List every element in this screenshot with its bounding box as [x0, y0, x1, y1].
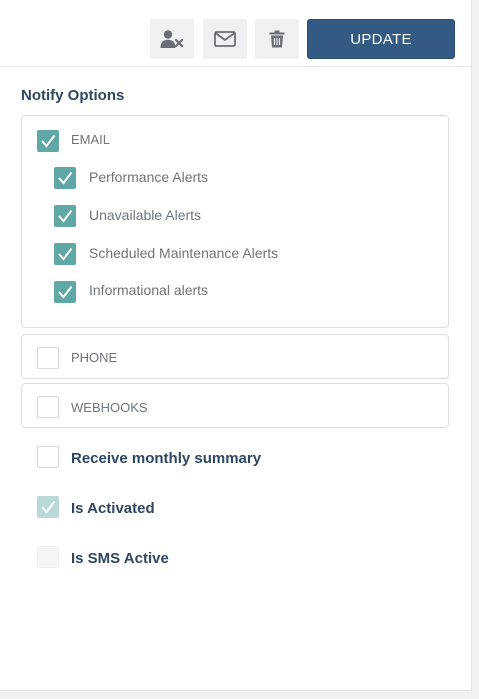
notify-options-title: Notify Options [21, 87, 125, 104]
monthly-summary-label: Receive monthly summary [71, 450, 262, 467]
is-activated-checkbox [37, 496, 59, 518]
remove-user-icon [160, 30, 184, 48]
check-icon [41, 134, 56, 148]
webhooks-label: WEBHOOKS [71, 400, 148, 415]
email-options-box: EMAIL Performance Alerts Unavailable Ale… [21, 115, 449, 328]
envelope-icon [214, 31, 236, 47]
informational-alerts-checkbox[interactable] [54, 281, 76, 303]
trash-icon [269, 30, 285, 48]
email-checkbox[interactable] [37, 130, 59, 152]
phone-options-box: PHONE [21, 334, 449, 379]
check-icon [58, 285, 73, 299]
performance-alerts-label: Performance Alerts [89, 169, 209, 185]
is-sms-active-label: Is SMS Active [71, 550, 169, 567]
update-button[interactable]: UPDATE [307, 19, 455, 59]
remove-user-button[interactable] [150, 19, 194, 59]
scheduled-maintenance-alerts-checkbox[interactable] [54, 243, 76, 265]
webhooks-checkbox[interactable] [37, 396, 59, 418]
unavailable-alerts-label: Unavailable Alerts [89, 207, 202, 223]
webhooks-options-box: WEBHOOKS [21, 383, 449, 428]
scheduled-maintenance-alerts-label: Scheduled Maintenance Alerts [89, 245, 279, 261]
check-icon [41, 500, 56, 514]
check-icon [58, 209, 73, 223]
is-activated-label: Is Activated [71, 500, 155, 517]
delete-button[interactable] [255, 19, 299, 59]
unavailable-alerts-checkbox[interactable] [54, 205, 76, 227]
informational-alerts-label: Informational alerts [89, 282, 209, 298]
toolbar: UPDATE [0, 0, 471, 67]
monthly-summary-checkbox[interactable] [37, 446, 59, 468]
check-icon [58, 247, 73, 261]
notification-settings-panel: UPDATE Notify Options EMAIL Performance … [0, 0, 472, 691]
email-button[interactable] [203, 19, 247, 59]
performance-alerts-checkbox[interactable] [54, 167, 76, 189]
phone-checkbox[interactable] [37, 347, 59, 369]
is-sms-active-checkbox [37, 546, 59, 568]
phone-label: PHONE [71, 350, 118, 365]
check-icon [58, 171, 73, 185]
email-label: EMAIL [71, 132, 111, 147]
